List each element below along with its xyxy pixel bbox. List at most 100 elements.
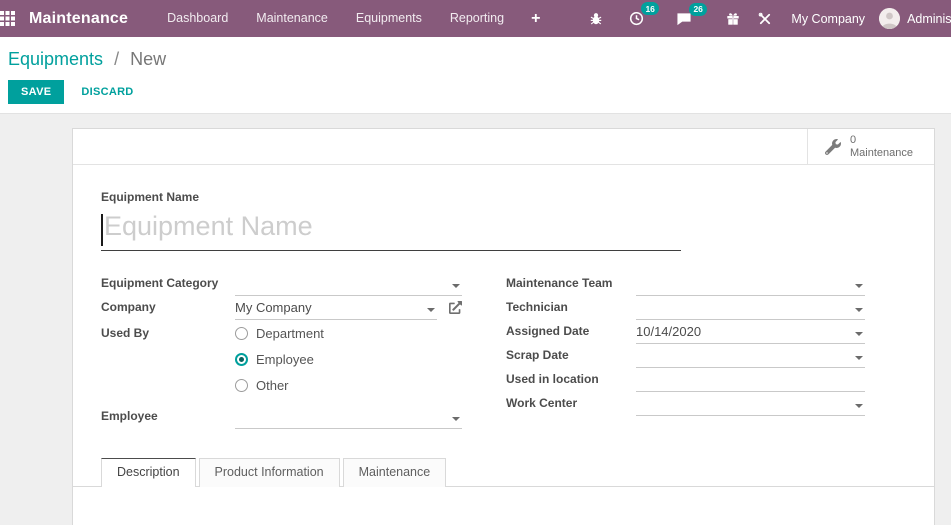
stat-label: Maintenance — [850, 146, 913, 159]
employee-row: Employee — [101, 405, 462, 429]
maintenance-stat-button[interactable]: 0 Maintenance — [807, 129, 934, 164]
employee-field[interactable] — [235, 405, 462, 429]
equipment-category-value — [235, 276, 448, 292]
company-switcher[interactable]: My Company — [791, 12, 865, 26]
form-column-left: Equipment Category Company My Company Us… — [101, 272, 462, 429]
employee-value — [235, 409, 448, 425]
caret-down-icon[interactable] — [452, 284, 460, 288]
used-in-location-field[interactable] — [636, 368, 865, 392]
text-cursor — [101, 214, 103, 246]
work-center-row: Work Center — [506, 392, 865, 416]
equipment-name-label: Equipment Name — [101, 190, 200, 204]
caret-down-icon[interactable] — [855, 356, 863, 360]
scrap-date-label: Scrap Date — [506, 348, 569, 362]
tab-content — [73, 487, 934, 525]
notebook: Description Product Information Maintena… — [73, 458, 934, 525]
used-by-radio-group: Department Employee Other — [235, 320, 324, 398]
used-in-location-value — [636, 372, 865, 388]
used-in-location-label: Used in location — [506, 372, 599, 386]
caret-down-icon[interactable] — [452, 417, 460, 421]
rewards-button[interactable] — [717, 12, 749, 26]
systray: 16 26 My Company Adminis — [580, 2, 951, 29]
radio-option-other[interactable]: Other — [235, 372, 324, 398]
technician-value — [636, 300, 851, 316]
equipment-category-field[interactable] — [235, 272, 462, 296]
work-center-label: Work Center — [506, 396, 578, 410]
used-by-row: Used By Department Employee Other — [101, 320, 462, 398]
employee-label: Employee — [101, 409, 158, 423]
tools-button[interactable] — [749, 12, 781, 26]
discard-button[interactable]: DISCARD — [68, 80, 146, 104]
form-card: 0 Maintenance Equipment Name Equipment C… — [72, 128, 935, 525]
top-navbar: Maintenance Dashboard Maintenance Equipm… — [0, 0, 951, 37]
used-in-location-row: Used in location — [506, 368, 865, 392]
maintenance-team-field[interactable] — [636, 272, 865, 296]
bug-icon — [589, 12, 603, 26]
radio-option-employee[interactable]: Employee — [235, 346, 324, 372]
messages-badge: 26 — [688, 2, 708, 16]
plus-icon[interactable]: + — [517, 10, 554, 28]
save-button[interactable]: SAVE — [8, 80, 65, 104]
user-name: Administrator — [907, 11, 951, 26]
company-row: Company My Company — [101, 296, 462, 320]
equipment-category-row: Equipment Category — [101, 272, 462, 296]
assigned-date-label: Assigned Date — [506, 324, 590, 338]
main-area: 0 Maintenance Equipment Name Equipment C… — [0, 128, 951, 525]
nav-reporting[interactable]: Reporting — [437, 0, 517, 37]
radio-icon[interactable] — [235, 326, 248, 340]
breadcrumb: Equipments / New — [8, 46, 951, 72]
company-label: Company — [101, 300, 156, 314]
assigned-date-field[interactable]: 10/14/2020 — [636, 320, 865, 344]
caret-down-icon[interactable] — [855, 404, 863, 408]
caret-down-icon[interactable] — [427, 308, 435, 312]
user-menu[interactable]: Administrator — [879, 8, 951, 29]
form-column-right: Maintenance Team Technician Assigned Dat… — [506, 272, 865, 429]
debug-menu-button[interactable] — [580, 12, 612, 26]
apps-menu-button[interactable] — [0, 0, 15, 37]
caret-down-icon[interactable] — [855, 308, 863, 312]
maintenance-team-value — [636, 276, 851, 292]
form-sheet: Equipment Name Equipment Category — [73, 165, 934, 525]
scrap-date-field[interactable] — [636, 344, 865, 368]
tab-maintenance[interactable]: Maintenance — [342, 458, 447, 487]
tab-description[interactable]: Description — [101, 458, 196, 487]
equipment-name-input[interactable] — [101, 209, 681, 251]
company-field[interactable]: My Company — [235, 296, 437, 320]
nav-equipments[interactable]: Equipments — [343, 0, 435, 37]
nav-dashboard[interactable]: Dashboard — [154, 0, 241, 37]
radio-selected-icon[interactable] — [235, 352, 248, 366]
stat-button-box: 0 Maintenance — [73, 129, 934, 165]
radio-label: Employee — [256, 351, 314, 367]
maintenance-team-row: Maintenance Team — [506, 272, 865, 296]
equipment-category-label: Equipment Category — [101, 276, 219, 290]
activities-badge: 16 — [640, 2, 660, 16]
breadcrumb-current: New — [130, 49, 167, 69]
activities-button[interactable]: 16 — [620, 2, 660, 26]
work-center-field[interactable] — [636, 392, 865, 416]
tab-product-information[interactable]: Product Information — [198, 458, 340, 487]
messages-button[interactable]: 26 — [667, 2, 708, 26]
maintenance-team-label: Maintenance Team — [506, 276, 613, 290]
technician-field[interactable] — [636, 296, 865, 320]
radio-label: Department — [256, 325, 324, 341]
nav-maintenance[interactable]: Maintenance — [243, 0, 341, 37]
avatar — [879, 8, 901, 29]
radio-label: Other — [256, 377, 289, 393]
tools-icon — [758, 12, 772, 26]
caret-down-icon[interactable] — [855, 284, 863, 288]
apps-grid-icon — [0, 11, 15, 27]
app-brand[interactable]: Maintenance — [29, 10, 128, 28]
stat-count: 0 — [850, 133, 857, 146]
breadcrumb-equipments-link[interactable]: Equipments — [8, 49, 103, 69]
radio-icon[interactable] — [235, 378, 248, 392]
equipment-name-field-wrap — [101, 209, 681, 251]
control-panel-buttons: SAVE DISCARD — [8, 80, 951, 104]
work-center-value — [636, 396, 851, 412]
scrap-date-value — [636, 348, 851, 364]
technician-label: Technician — [506, 300, 568, 314]
external-link-icon[interactable] — [449, 299, 462, 315]
used-by-label: Used By — [101, 326, 150, 340]
caret-down-icon[interactable] — [855, 332, 863, 336]
company-value: My Company — [235, 300, 312, 315]
radio-option-department[interactable]: Department — [235, 320, 324, 346]
